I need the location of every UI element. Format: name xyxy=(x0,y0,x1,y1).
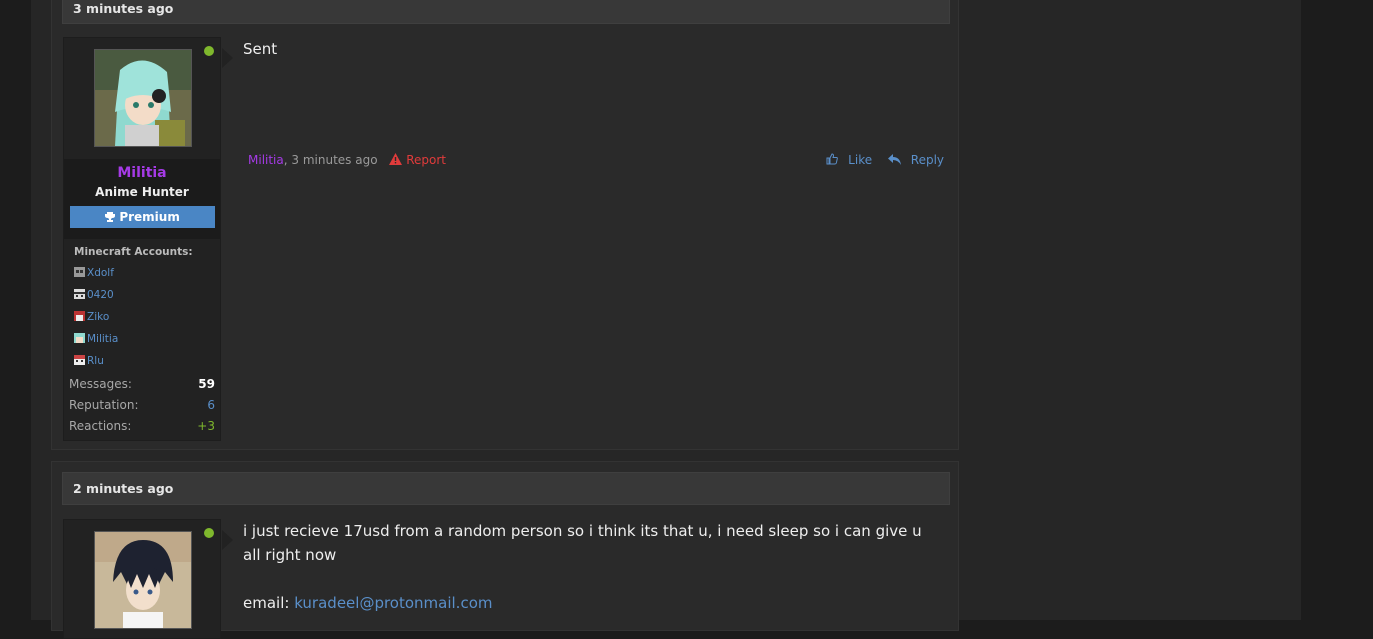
post: 2 minutes ago i just recieve 17usd from … xyxy=(51,461,959,639)
user-panel: Militia Anime Hunter Premium Minecraft A… xyxy=(63,37,233,441)
message-arrow xyxy=(222,48,233,68)
stat-reputation: Reputation: 6 xyxy=(69,398,215,412)
message-line: all right now xyxy=(243,546,337,564)
avatar[interactable] xyxy=(94,531,192,629)
warning-icon xyxy=(389,153,403,167)
online-indicator xyxy=(204,528,214,538)
mc-account[interactable]: Xdolf xyxy=(74,265,114,281)
user-panel xyxy=(63,519,233,639)
trophy-icon xyxy=(105,210,119,224)
email-label: email: xyxy=(243,594,290,612)
mc-head-icon xyxy=(74,310,85,321)
mc-account[interactable]: Militia xyxy=(74,331,118,347)
post-actions: Like Reply xyxy=(814,153,944,167)
avatar[interactable] xyxy=(94,49,192,147)
user-title: Anime Hunter xyxy=(95,185,189,199)
mc-head-icon xyxy=(74,354,85,365)
email-line: email: kuradeel@protonmail.com xyxy=(243,591,943,615)
reply-button[interactable]: Reply xyxy=(882,153,944,167)
online-indicator xyxy=(204,46,214,56)
post-timestamp-bar: 3 minutes ago xyxy=(62,0,950,24)
message-arrow xyxy=(222,530,233,550)
message-text: i just recieve 17usd from a random perso… xyxy=(243,519,943,615)
post-time[interactable]: 3 minutes ago xyxy=(73,1,173,16)
user-info: Militia Anime Hunter Premium xyxy=(64,159,220,239)
premium-banner: Premium xyxy=(70,206,215,228)
banner-label: Premium xyxy=(119,210,180,224)
meta-author[interactable]: Militia xyxy=(248,153,284,167)
post-time[interactable]: 2 minutes ago xyxy=(73,481,173,496)
mc-account[interactable]: Rlu xyxy=(74,353,104,369)
mc-head-icon xyxy=(74,266,85,277)
report-button[interactable]: Report xyxy=(389,153,446,167)
message-line: i just recieve 17usd from a random perso… xyxy=(243,522,922,540)
like-button[interactable]: Like xyxy=(820,153,876,167)
stat-reactions: Reactions: +3 xyxy=(69,419,215,433)
reply-icon xyxy=(887,153,901,167)
stat-messages: Messages: 59 xyxy=(69,377,215,391)
email-link[interactable]: kuradeel@protonmail.com xyxy=(294,594,492,612)
mc-head-icon xyxy=(74,288,85,299)
mc-account[interactable]: 0420 xyxy=(74,287,114,303)
meta-time[interactable]: , 3 minutes ago xyxy=(284,153,378,167)
thumbs-up-icon xyxy=(826,153,839,167)
post-timestamp-bar: 2 minutes ago xyxy=(62,472,950,505)
mc-account[interactable]: Ziko xyxy=(74,309,109,325)
username[interactable]: Militia xyxy=(64,165,220,181)
mc-head-icon xyxy=(74,332,85,343)
mc-accounts-title: Minecraft Accounts: xyxy=(74,246,193,258)
post: 3 minutes ago Militia Anime Hunter Premi… xyxy=(51,0,959,450)
message-text: Sent xyxy=(243,40,278,58)
post-meta: Militia, 3 minutes ago Report xyxy=(248,153,446,167)
